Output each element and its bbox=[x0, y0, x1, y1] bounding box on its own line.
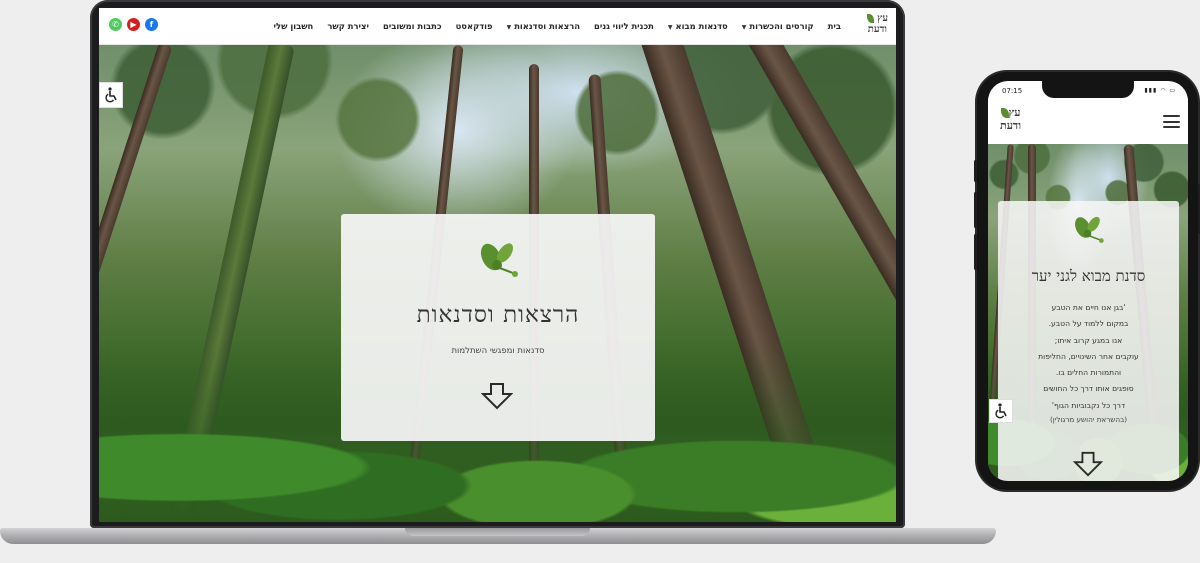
leaf-icon bbox=[1000, 108, 1009, 118]
leaf-icon bbox=[866, 14, 874, 23]
accessibility-button[interactable] bbox=[989, 399, 1013, 423]
status-time: 07:15 bbox=[1002, 87, 1023, 95]
quote-line: דרך כל נקבוביות הגוף' bbox=[1051, 400, 1126, 410]
logo-line2: ודעת bbox=[867, 24, 887, 35]
hero-subtitle: סדנאות ומפגשי השתלמות bbox=[451, 346, 545, 356]
facebook-icon[interactable]: f bbox=[145, 18, 158, 31]
hero-title: סדנת מבוא לגני יער bbox=[1031, 267, 1146, 285]
wheelchair-icon bbox=[995, 403, 1007, 419]
nav-item-home[interactable]: בית bbox=[821, 21, 848, 31]
caret-down-icon: ▼ bbox=[506, 24, 512, 31]
nav-item-kindergarten-program[interactable]: תכנית ליווי גנים bbox=[587, 21, 661, 31]
quote-credit: (בהשראת יהושע מרגולין) bbox=[1049, 415, 1128, 424]
main-nav: בית קורסים והכשרות▼ סדנאות מבוא▼ תכנית ל… bbox=[267, 8, 848, 44]
arrow-down-icon[interactable] bbox=[481, 382, 513, 410]
laptop-opening-notch bbox=[405, 528, 590, 536]
nav-item-courses[interactable]: קורסים והכשרות▼ bbox=[735, 21, 821, 31]
logo-line1: עץ bbox=[877, 13, 888, 24]
sprite-emblem-icon bbox=[1075, 216, 1104, 243]
quote-line: 'בגן אנו חיים את הטבע bbox=[1051, 303, 1126, 312]
quote-line: והתמורות החלים בו. bbox=[1055, 368, 1122, 378]
site-logo[interactable]: עץ ודעת bbox=[1000, 106, 1021, 132]
accessibility-button[interactable] bbox=[99, 82, 123, 108]
nav-item-articles[interactable]: כתבות ומשובים bbox=[376, 21, 449, 31]
site-logo[interactable]: עץ ודעת bbox=[866, 13, 888, 35]
site-header: עץ ודעת בית קורסים והכשרות▼ סדנאות מבוא▼… bbox=[99, 8, 896, 45]
laptop-screen: עץ ודעת בית קורסים והכשרות▼ סדנאות מבוא▼… bbox=[99, 8, 896, 522]
nav-item-podcast[interactable]: פודקאסט bbox=[449, 21, 500, 31]
quote-line: סופגים אותו דרך כל החושים bbox=[1043, 384, 1134, 394]
whatsapp-icon[interactable]: ✆ bbox=[109, 18, 122, 31]
hero-card: הרצאות וסדנאות סדנאות ומפגשי השתלמות bbox=[341, 214, 655, 441]
phone-frame: 07:15 ▮▮▮ ◠ ▭ עץ ודעת סדנת מבוא לגני יער… bbox=[974, 72, 1200, 490]
sprite-emblem-icon bbox=[480, 243, 518, 277]
hero-forest-image: הרצאות וסדנאות סדנאות ומפגשי השתלמות bbox=[99, 44, 896, 522]
quote-line: אנו במגע קרוב איתו; bbox=[1054, 335, 1123, 345]
caret-down-icon: ▼ bbox=[741, 24, 747, 31]
hamburger-menu-icon[interactable] bbox=[1163, 115, 1180, 128]
nav-item-intro-workshops[interactable]: סדנאות מבוא▼ bbox=[661, 21, 735, 31]
youtube-icon[interactable]: ▶ bbox=[127, 18, 140, 31]
logo-line1: עץ bbox=[1008, 106, 1021, 119]
phone-notch bbox=[1042, 81, 1134, 98]
caret-down-icon: ▼ bbox=[667, 24, 673, 31]
logo-line2: ודעת bbox=[1000, 119, 1022, 132]
quote-line: עוקבים אחר השינויים, החליפות bbox=[1038, 351, 1139, 361]
status-indicators: ▮▮▮ ◠ ▭ bbox=[1144, 87, 1176, 94]
nav-item-lectures-workshops[interactable]: הרצאות וסדנאות▼ bbox=[500, 21, 587, 31]
quote-line: במקום ללמוד על הטבע. bbox=[1048, 319, 1129, 329]
wheelchair-icon bbox=[105, 87, 117, 103]
nav-item-contact[interactable]: יצירת קשר bbox=[320, 21, 376, 31]
hero-quote: 'בגן אנו חיים את הטבע במקום ללמוד על הטב… bbox=[1004, 300, 1173, 414]
hero-card: סדנת מבוא לגני יער 'בגן אנו חיים את הטבע… bbox=[998, 201, 1179, 481]
social-links: ✆ ▶ f bbox=[109, 18, 158, 31]
arrow-down-icon[interactable] bbox=[1073, 451, 1103, 477]
hero-title: הרצאות וסדנאות bbox=[416, 302, 580, 328]
nav-item-my-account[interactable]: חשבון שלי bbox=[267, 21, 321, 31]
phone-screen: 07:15 ▮▮▮ ◠ ▭ עץ ודעת סדנת מבוא לגני יער… bbox=[988, 81, 1188, 481]
mobile-header: עץ ודעת bbox=[988, 98, 1188, 144]
